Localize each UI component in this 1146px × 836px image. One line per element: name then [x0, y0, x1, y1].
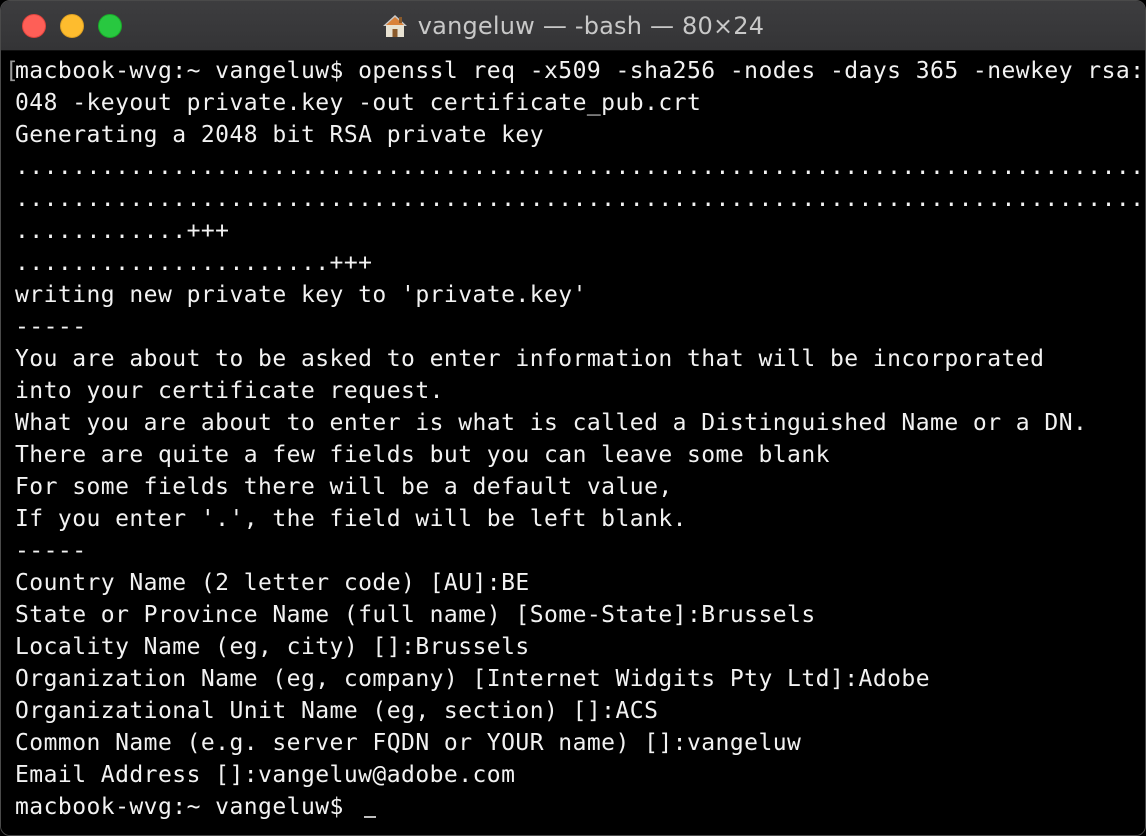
window-title-group: vangeluw — -bash — 80×24	[1, 1, 1145, 51]
terminal-line: Generating a 2048 bit RSA private key	[15, 122, 544, 148]
terminal-line: ........................................…	[15, 186, 1146, 212]
shell-prompt: macbook-wvg:~ vangeluw$	[15, 794, 359, 820]
terminal-line: Organization Name (eg, company) [Interne…	[15, 666, 931, 692]
terminal-line: What you are about to enter is what is c…	[15, 410, 1088, 436]
terminal-output[interactable]: [macbook-wvg:~ vangeluw$ openssl req -x5…	[1, 51, 1146, 835]
terminal-line: ......................+++	[15, 250, 373, 276]
terminal-line: 048 -keyout private.key -out certificate…	[15, 90, 702, 116]
terminal-line: If you enter '.', the field will be left…	[15, 506, 687, 532]
terminal-line: State or Province Name (full name) [Some…	[15, 602, 816, 628]
terminal-line: [macbook-wvg:~ vangeluw$ openssl req -x5…	[5, 55, 1145, 87]
terminal-line: ............+++	[15, 218, 230, 244]
prompt-line[interactable]: macbook-wvg:~ vangeluw$	[15, 791, 1145, 823]
terminal-line: -----	[15, 314, 87, 340]
mark-bracket: [	[5, 58, 20, 84]
home-folder-icon	[382, 13, 408, 39]
title-bar[interactable]: vangeluw — -bash — 80×24	[1, 1, 1145, 51]
terminal-line: writing new private key to 'private.key'	[15, 282, 587, 308]
terminal-line: ........................................…	[15, 154, 1146, 180]
terminal-line: Country Name (2 letter code) [AU]:BE	[15, 570, 530, 596]
terminal-line: You are about to be asked to enter infor…	[15, 346, 1045, 372]
terminal-line: Locality Name (eg, city) []:Brussels	[15, 634, 530, 660]
terminal-line: There are quite a few fields but you can…	[15, 442, 830, 468]
terminal-line: Email Address []:vangeluw@adobe.com	[15, 762, 516, 788]
terminal-line: Organizational Unit Name (eg, section) […	[15, 698, 659, 724]
window-title: vangeluw — -bash — 80×24	[417, 12, 765, 40]
terminal-line: -----	[15, 538, 87, 564]
text-cursor	[364, 816, 377, 818]
terminal-line: For some fields there will be a default …	[15, 474, 673, 500]
terminal-line: into your certificate request.	[15, 378, 444, 404]
terminal-line: Common Name (e.g. server FQDN or YOUR na…	[15, 730, 802, 756]
terminal-window: vangeluw — -bash — 80×24 [macbook-wvg:~ …	[0, 0, 1146, 836]
